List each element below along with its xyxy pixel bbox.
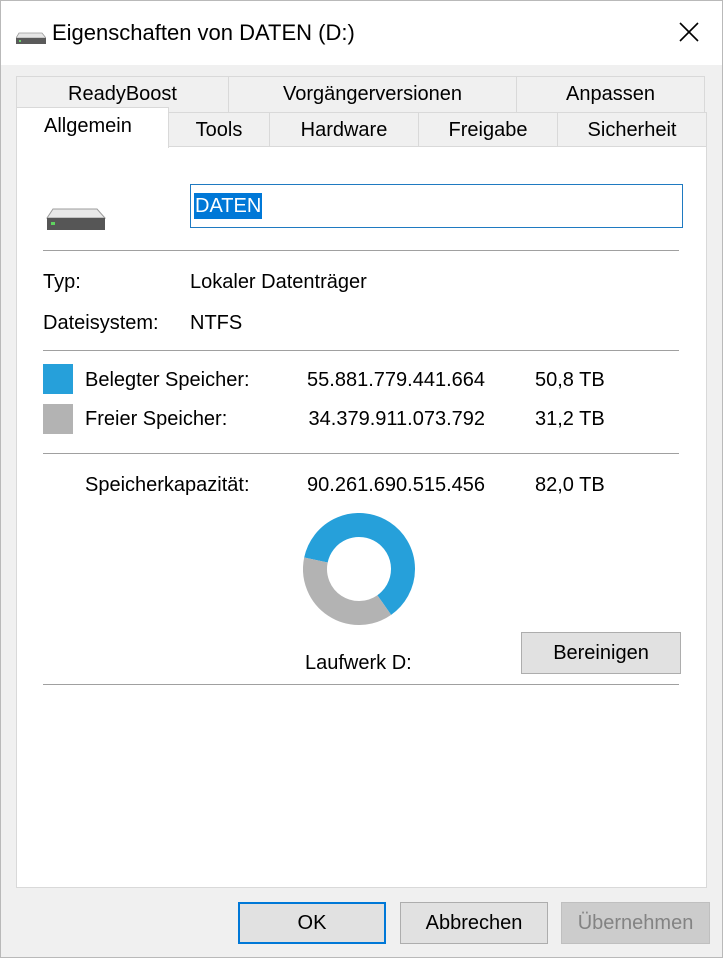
apply-button[interactable]: Übernehmen — [561, 902, 710, 944]
filesystem-label: Dateisystem: — [43, 312, 159, 334]
drive-icon — [16, 32, 46, 44]
capacity-size-value: 82,0 TB — [535, 474, 605, 496]
drive-label: Laufwerk D: — [305, 652, 412, 674]
type-value: Lokaler Datenträger — [190, 271, 367, 293]
separator — [43, 350, 679, 351]
used-size-value: 50,8 TB — [535, 369, 605, 391]
capacity-bytes-clip: 90.261.690.515.456 — [299, 472, 485, 500]
capacity-bytes-value: 90.261.690.515.456 — [307, 474, 485, 496]
separator — [43, 453, 679, 454]
usage-donut-chart — [303, 513, 415, 625]
cleanup-button[interactable]: Bereinigen — [521, 632, 681, 674]
drive-icon — [46, 208, 107, 230]
tab-freigabe[interactable]: Freigabe — [418, 112, 558, 147]
separator — [43, 684, 679, 685]
used-bytes-value: 55.881.779.441.664 — [307, 369, 485, 391]
volume-name-value: DATEN — [194, 193, 263, 219]
free-bytes-clip: 34.379.911.073.792 — [299, 406, 485, 434]
volume-name-input[interactable]: DATEN — [190, 184, 683, 228]
free-bytes-value: 34.379.911.073.792 — [308, 408, 485, 430]
capacity-label: Speicherkapazität: — [85, 474, 250, 496]
tab-tools[interactable]: Tools — [168, 112, 270, 147]
free-space-swatch — [43, 404, 73, 434]
cancel-button[interactable]: Abbrechen — [400, 902, 548, 944]
used-space-swatch — [43, 364, 73, 394]
type-label: Typ: — [43, 271, 81, 293]
filesystem-value: NTFS — [190, 312, 243, 334]
general-tab-panel: DATEN Typ: Lokaler Datenträger Dateisyst… — [16, 146, 707, 888]
tab-vorgaengerversionen[interactable]: Vorgängerversionen — [228, 76, 517, 112]
used-bytes-clip: 55.881.779.441.664 — [299, 367, 485, 395]
title-bar: Eigenschaften von DATEN (D:) — [1, 1, 722, 65]
donut-free-segment — [303, 557, 392, 625]
tab-anpassen[interactable]: Anpassen — [516, 76, 705, 112]
free-size-value: 31,2 TB — [535, 408, 605, 430]
close-icon — [679, 22, 699, 42]
tab-allgemein[interactable]: Allgemein — [16, 107, 169, 148]
ok-button[interactable]: OK — [238, 902, 386, 944]
separator — [43, 250, 679, 251]
properties-dialog: Eigenschaften von DATEN (D:) ReadyBoost … — [0, 0, 723, 958]
window-title: Eigenschaften von DATEN (D:) — [52, 20, 355, 45]
close-button[interactable] — [656, 1, 722, 63]
tab-sicherheit[interactable]: Sicherheit — [557, 112, 707, 147]
free-space-label: Freier Speicher: — [85, 408, 228, 430]
tab-hardware[interactable]: Hardware — [269, 112, 419, 147]
used-space-label: Belegter Speicher: — [85, 369, 250, 391]
